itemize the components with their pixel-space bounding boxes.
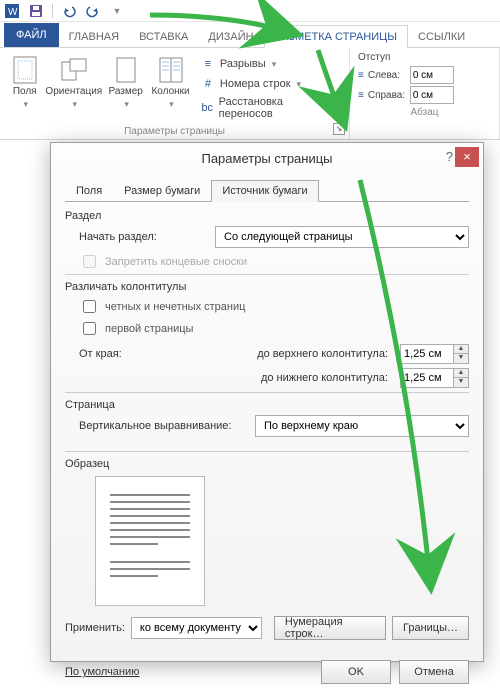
group-paragraph-label: Абзац — [358, 105, 491, 118]
indent-right-icon: ≡ — [358, 90, 364, 101]
dlg-tab-margins[interactable]: Поля — [65, 180, 113, 202]
footer-dist-label: до нижнего колонтитула: — [145, 372, 394, 384]
undo-icon[interactable] — [61, 3, 77, 19]
customize-qat-icon[interactable]: ▼ — [109, 3, 125, 19]
redo-icon[interactable] — [85, 3, 101, 19]
help-button[interactable]: ? — [446, 149, 453, 164]
first-page-label: первой страницы — [105, 323, 193, 335]
hf-label: Различать колонтитулы — [65, 281, 469, 293]
apply-label: Применить: — [65, 622, 125, 634]
orientation-icon — [60, 56, 88, 84]
from-edge-label: От края: — [79, 348, 139, 360]
suppress-endnotes-checkbox — [83, 255, 96, 268]
line-numbers-button[interactable]: # Номера строк▾ — [200, 74, 341, 94]
ribbon-tabs: ФАЙЛ ГЛАВНАЯ ВСТАВКА ДИЗАЙН РАЗМЕТКА СТР… — [0, 22, 500, 48]
hyphenation-button[interactable]: bc Расстановка переносов▾ — [200, 94, 341, 122]
size-button[interactable]: Размер ▾ — [106, 52, 145, 110]
footer-dist-spinner[interactable]: ▲▼ — [454, 368, 469, 388]
tab-design[interactable]: ДИЗАЙН — [198, 26, 263, 47]
page-label: Страница — [65, 399, 469, 411]
odd-even-label: четных и нечетных страниц — [105, 301, 245, 313]
page-setup-dialog: Параметры страницы ? × Поля Размер бумаг… — [50, 142, 484, 662]
header-dist-label: до верхнего колонтитула: — [145, 348, 394, 360]
valign-label: Вертикальное выравнивание: — [79, 420, 249, 432]
margins-button[interactable]: Поля ▾ — [8, 52, 41, 110]
group-paragraph: Отступ ≡ Слева: ≡ Справа: Абзац — [350, 48, 500, 139]
tab-home[interactable]: ГЛАВНАЯ — [59, 26, 129, 47]
section-label: Раздел — [65, 210, 469, 222]
section-start-combo[interactable]: Со следующей страницы — [215, 226, 469, 248]
preview-page — [95, 476, 205, 606]
odd-even-check[interactable]: четных и нечетных страниц — [79, 297, 469, 316]
ribbon-body: Поля ▾ Ориентация ▾ Размер ▾ Колонки ▾ ≡ — [0, 48, 500, 140]
preview-label: Образец — [65, 458, 469, 470]
apply-to-combo[interactable]: ко всему документу — [131, 617, 262, 639]
svg-text:W: W — [8, 7, 18, 18]
borders-button[interactable]: Границы… — [392, 616, 469, 640]
hyphenation-icon: bc — [200, 100, 215, 116]
indent-right-input[interactable] — [410, 86, 454, 104]
margins-icon — [11, 56, 39, 84]
page-setup-launcher[interactable]: ↘ — [333, 123, 345, 135]
tab-page-layout[interactable]: РАЗМЕТКА СТРАНИЦЫ — [264, 25, 408, 48]
group-page-setup: Поля ▾ Ориентация ▾ Размер ▾ Колонки ▾ ≡ — [0, 48, 350, 139]
columns-icon — [157, 56, 185, 84]
line-numbers-label: Номера строк — [220, 78, 291, 90]
suppress-endnotes-check: Запретить концевые сноски — [79, 252, 469, 271]
indent-right-label: Справа: — [368, 90, 406, 101]
first-page-checkbox[interactable] — [83, 322, 96, 335]
line-numbers-dlg-button[interactable]: Нумерация строк… — [274, 616, 386, 640]
indent-right-row: ≡ Справа: — [358, 85, 491, 105]
default-button[interactable]: По умолчанию — [65, 666, 139, 678]
header-dist-spinner[interactable]: ▲▼ — [454, 344, 469, 364]
suppress-endnotes-label: Запретить концевые сноски — [105, 256, 247, 268]
save-icon[interactable] — [28, 3, 44, 19]
group-page-setup-label: Параметры страницы — [8, 124, 341, 137]
breaks-label: Разрывы — [220, 58, 266, 70]
orientation-button[interactable]: Ориентация ▾ — [45, 52, 102, 110]
indent-left-icon: ≡ — [358, 70, 364, 81]
margins-label: Поля — [13, 86, 37, 97]
indent-left-row: ≡ Слева: — [358, 65, 491, 85]
cancel-button[interactable]: Отмена — [399, 660, 469, 684]
hyphenation-label: Расстановка переносов — [219, 96, 331, 120]
first-page-check[interactable]: первой страницы — [79, 319, 469, 338]
ok-button[interactable]: OK — [321, 660, 391, 684]
dialog-titlebar: Параметры страницы ? × — [51, 143, 483, 173]
breaks-button[interactable]: ≡ Разрывы▾ — [200, 54, 341, 74]
header-dist-input[interactable] — [400, 344, 454, 364]
dialog-title: Параметры страницы — [201, 151, 332, 166]
dlg-tab-paper-source[interactable]: Источник бумаги — [211, 180, 318, 202]
indent-title: Отступ — [358, 52, 491, 63]
dialog-footer: По умолчанию OK Отмена — [51, 650, 483, 694]
odd-even-checkbox[interactable] — [83, 300, 96, 313]
footer-dist-input[interactable] — [400, 368, 454, 388]
breaks-icon: ≡ — [200, 56, 216, 72]
size-label: Размер — [109, 86, 143, 97]
tab-references[interactable]: ССЫЛКИ — [408, 26, 475, 47]
dialog-tabs: Поля Размер бумаги Источник бумаги — [65, 179, 469, 202]
columns-button[interactable]: Колонки ▾ — [149, 52, 192, 110]
orientation-label: Ориентация — [45, 86, 102, 97]
indent-left-input[interactable] — [410, 66, 454, 84]
quick-access-toolbar: W ▼ — [0, 0, 500, 22]
close-button[interactable]: × — [455, 147, 479, 167]
line-numbers-icon: # — [200, 76, 216, 92]
tab-insert[interactable]: ВСТАВКА — [129, 26, 198, 47]
indent-left-label: Слева: — [368, 70, 406, 81]
section-start-label: Начать раздел: — [79, 231, 209, 243]
word-icon: W — [4, 3, 20, 19]
tab-file[interactable]: ФАЙЛ — [4, 23, 59, 47]
dlg-tab-paper-size[interactable]: Размер бумаги — [113, 180, 211, 202]
valign-combo[interactable]: По верхнему краю — [255, 415, 469, 437]
columns-label: Колонки — [151, 86, 189, 97]
size-icon — [112, 56, 140, 84]
